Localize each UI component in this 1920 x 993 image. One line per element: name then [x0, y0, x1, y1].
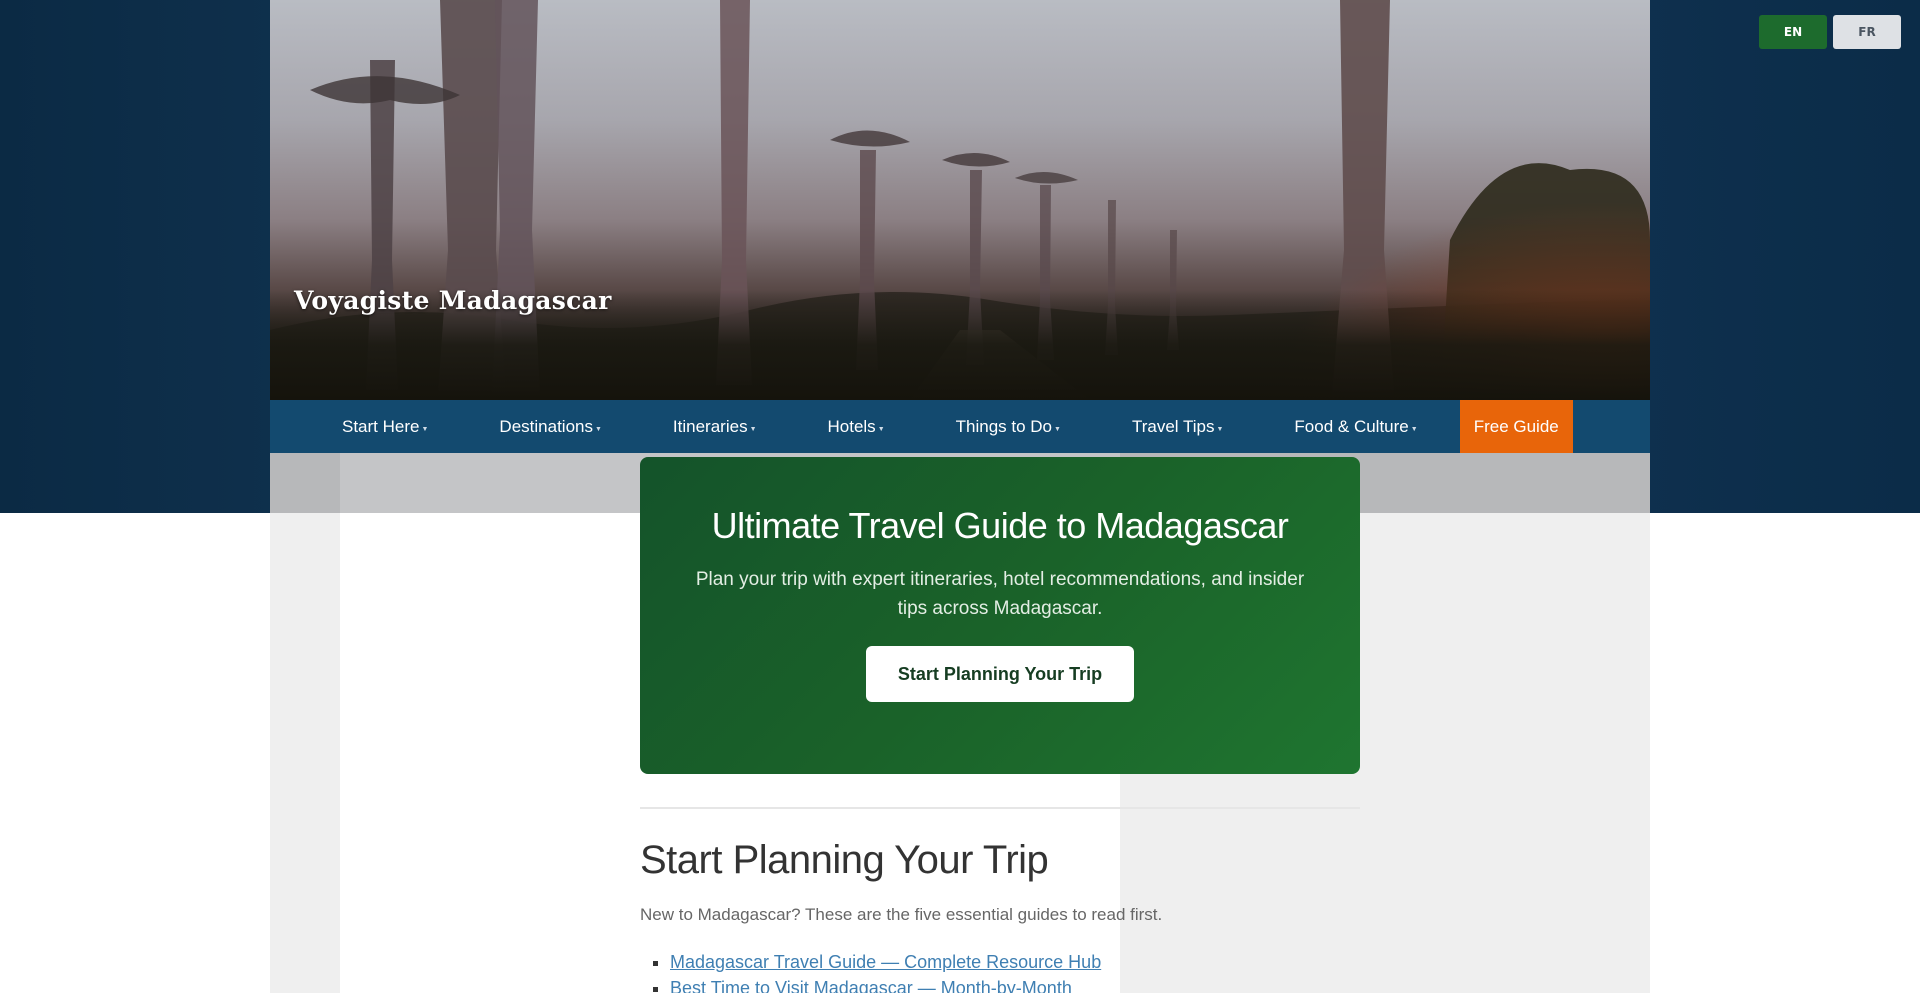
- language-en-button[interactable]: EN: [1759, 15, 1827, 49]
- nav-item-label: Start Here: [342, 416, 420, 436]
- chevron-down-icon: ▼: [594, 426, 602, 433]
- hero-card-title: Ultimate Travel Guide to Madagascar: [711, 505, 1289, 546]
- guide-link[interactable]: Madagascar Travel Guide — Complete Resou…: [670, 952, 1101, 972]
- hero-banner: Voyagiste Madagascar: [270, 0, 1650, 400]
- nav-item-destinations[interactable]: Destinations ▼: [475, 400, 626, 453]
- nav-item-food-culture[interactable]: Food & Culture ▼: [1270, 400, 1441, 453]
- nav-item-hotels[interactable]: Hotels ▼: [804, 400, 909, 453]
- guide-link[interactable]: Best Time to Visit Madagascar — Month-by…: [670, 978, 1072, 993]
- free-guide-button[interactable]: Free Guide: [1459, 400, 1573, 453]
- site-title[interactable]: Voyagiste Madagascar: [294, 286, 612, 315]
- guide-link-list: Madagascar Travel Guide — Complete Resou…: [670, 949, 1101, 993]
- nav-item-travel-tips[interactable]: Travel Tips ▼: [1108, 400, 1247, 453]
- chevron-down-icon: ▼: [421, 426, 429, 433]
- hero-card-subtitle: Plan your trip with expert itineraries, …: [695, 569, 1305, 619]
- nav-item-label: Hotels: [827, 416, 876, 436]
- start-planning-button[interactable]: Start Planning Your Trip: [865, 646, 1135, 702]
- section-intro: New to Madagascar? These are the five es…: [640, 905, 1163, 924]
- chevron-down-icon: ▼: [877, 426, 885, 433]
- main-navigation: Start Here ▼ Destinations ▼ Itineraries ▼ H…: [270, 400, 1650, 453]
- nav-item-itineraries[interactable]: Itineraries ▼: [649, 400, 781, 453]
- nav-item-start-here[interactable]: Start Here ▼: [318, 400, 452, 453]
- chevron-down-icon: ▼: [1054, 426, 1061, 433]
- chevron-down-icon: ▼: [749, 426, 757, 433]
- list-item: Madagascar Travel Guide — Complete Resou…: [670, 949, 1101, 975]
- language-fr-button[interactable]: FR: [1833, 15, 1901, 49]
- nav-item-things-to-do[interactable]: Things to Do ▼: [932, 400, 1085, 453]
- nav-item-label: Itineraries: [672, 416, 748, 436]
- section-divider: [640, 807, 1360, 809]
- nav-item-label: Food & Culture: [1294, 416, 1409, 436]
- hero-card: Ultimate Travel Guide to Madagascar Plan…: [640, 457, 1360, 774]
- section-title: Start Planning Your Trip: [640, 838, 1049, 882]
- nav-item-label: Destinations: [499, 416, 593, 436]
- chevron-down-icon: ▼: [1216, 426, 1224, 433]
- nav-item-label: Things to Do: [955, 416, 1053, 436]
- nav-item-label: Travel Tips: [1131, 416, 1215, 436]
- chevron-down-icon: ▼: [1410, 426, 1418, 433]
- list-item: Best Time to Visit Madagascar — Month-by…: [670, 975, 1101, 993]
